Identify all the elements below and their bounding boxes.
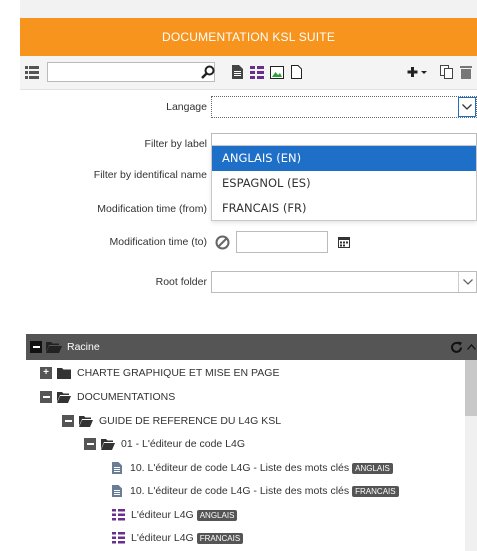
root-folder-label: Root folder <box>155 276 207 288</box>
copy-button[interactable] <box>438 64 454 80</box>
tree-body: + CHARTE GRAPHIQUE ET MISE EN PAGE DOCUM… <box>26 360 454 551</box>
collection-filter-button[interactable] <box>249 64 265 80</box>
langage-option-espagnol[interactable]: ESPAGNOL (ES) <box>212 171 476 196</box>
refresh-tree-button[interactable] <box>449 340 463 354</box>
collapse-root-toggle[interactable] <box>30 341 42 353</box>
collection-icon <box>112 532 125 544</box>
folder-open-icon <box>57 391 71 403</box>
tree-node-label: L'éditeur L4G <box>131 532 194 544</box>
image-filter-button[interactable] <box>269 64 285 80</box>
mod-to-label: Modification time (to) <box>109 236 207 248</box>
delete-button[interactable] <box>458 64 474 80</box>
tree-scrollbar-thumb[interactable] <box>465 360 477 416</box>
list-view-button[interactable] <box>24 64 40 80</box>
scroll-up-button[interactable] <box>466 341 476 353</box>
image-icon <box>270 65 284 79</box>
tree-root-label: Racine <box>67 341 100 353</box>
collapse-toggle[interactable] <box>62 415 74 427</box>
language-badge: FRANCAIS <box>352 485 399 497</box>
add-menu-button[interactable] <box>406 64 430 80</box>
tree-node-label: CHARTE GRAPHIQUE ET MISE EN PAGE <box>77 367 280 379</box>
tree-node-guide[interactable]: GUIDE DE REFERENCE DU L4G KSL <box>62 410 281 432</box>
expand-toggle[interactable]: + <box>40 367 52 379</box>
tree-node-charte[interactable]: + CHARTE GRAPHIQUE ET MISE EN PAGE <box>40 362 279 384</box>
calendar-button[interactable] <box>336 234 352 250</box>
folder-tree: Racine + CHARTE GRAPHIQUE ET MISE EN PAG… <box>26 334 477 551</box>
folder-open-icon <box>101 438 115 450</box>
collapse-toggle[interactable] <box>40 391 52 403</box>
language-badge: ANGLAIS <box>352 462 393 474</box>
langage-row: Langage <box>20 96 477 120</box>
language-badge: ANGLAIS <box>196 509 238 521</box>
langage-select-arrow[interactable] <box>458 97 476 117</box>
langage-select[interactable] <box>211 96 477 118</box>
blank-page-icon <box>290 65 302 79</box>
panel-title: DOCUMENTATION KSL SUITE <box>20 18 477 56</box>
calendar-icon <box>338 237 350 248</box>
tree-node-label: 10. L'éditeur de code L4G - Liste des mo… <box>130 485 350 497</box>
tree-node-label: L'éditeur L4G <box>131 509 194 521</box>
tree-root-row[interactable]: Racine <box>26 334 477 360</box>
filter-identifical-label: Filter by identifical name <box>93 169 207 181</box>
tree-node-doc-anglais[interactable]: 10. L'éditeur de code L4G - Liste des mo… <box>112 457 393 479</box>
collection-icon <box>112 509 125 521</box>
chevron-down-icon <box>462 104 472 110</box>
tree-node-label: DOCUMENTATIONS <box>77 391 176 403</box>
langage-dropdown-list: ANGLAIS (EN) ESPAGNOL (ES) FRANCAIS (FR) <box>211 145 477 221</box>
tree-node-label: 01 - L'éditeur de code L4G <box>121 438 246 450</box>
search-icon <box>201 65 215 79</box>
langage-option-anglais[interactable]: ANGLAIS (EN) <box>212 146 476 171</box>
collection-icon <box>250 65 264 79</box>
page-filter-button[interactable] <box>288 64 304 80</box>
document-filter-button[interactable] <box>229 64 245 80</box>
language-badge: FRANCAIS <box>196 532 244 544</box>
tree-node-documentations[interactable]: DOCUMENTATIONS <box>40 386 175 408</box>
tree-node-doc-francais[interactable]: 10. L'éditeur de code L4G - Liste des mo… <box>112 480 399 502</box>
document-icon <box>112 462 122 474</box>
root-folder-select-arrow[interactable] <box>458 272 476 292</box>
mod-to-row: Modification time (to) <box>20 231 477 255</box>
toolbar <box>20 56 477 90</box>
mod-to-date-field[interactable] <box>236 231 328 253</box>
copy-icon <box>439 65 453 79</box>
langage-label: Langage <box>166 101 207 113</box>
list-icon <box>25 65 39 79</box>
top-strip <box>20 0 477 18</box>
tree-node-label: GUIDE DE REFERENCE DU L4G KSL <box>99 415 282 427</box>
root-folder-select[interactable] <box>211 271 477 293</box>
trash-icon <box>460 66 472 79</box>
chevron-up-icon <box>466 344 476 350</box>
folder-open-icon <box>79 415 93 427</box>
langage-option-francais[interactable]: FRANCAIS (FR) <box>212 196 476 221</box>
filter-label-label: Filter by label <box>144 138 207 150</box>
refresh-icon <box>450 341 462 353</box>
doc-panel: DOCUMENTATION KSL SUITE Langage Filter b… <box>20 0 477 551</box>
document-icon <box>112 485 122 497</box>
tree-node-label: 10. L'éditeur de code L4G - Liste des mo… <box>130 462 350 474</box>
prohibited-icon <box>215 235 229 249</box>
tree-node-collection-anglais[interactable]: L'éditeur L4G ANGLAIS <box>112 504 238 526</box>
mod-from-label: Modification time (from) <box>97 203 207 215</box>
root-folder-row: Root folder <box>20 271 477 295</box>
search-button[interactable] <box>200 64 216 80</box>
plus-dropdown-icon <box>407 67 427 77</box>
folder-open-icon <box>46 342 62 353</box>
document-icon <box>231 65 243 79</box>
clear-date-button[interactable] <box>213 233 231 251</box>
collapse-toggle[interactable] <box>84 438 96 450</box>
search-input[interactable] <box>47 62 215 82</box>
chevron-down-icon <box>462 279 473 285</box>
folder-icon <box>57 367 71 379</box>
tree-node-collection-francais[interactable]: L'éditeur L4G FRANCAIS <box>112 527 244 549</box>
tree-node-editeur-folder[interactable]: 01 - L'éditeur de code L4G <box>84 433 245 455</box>
